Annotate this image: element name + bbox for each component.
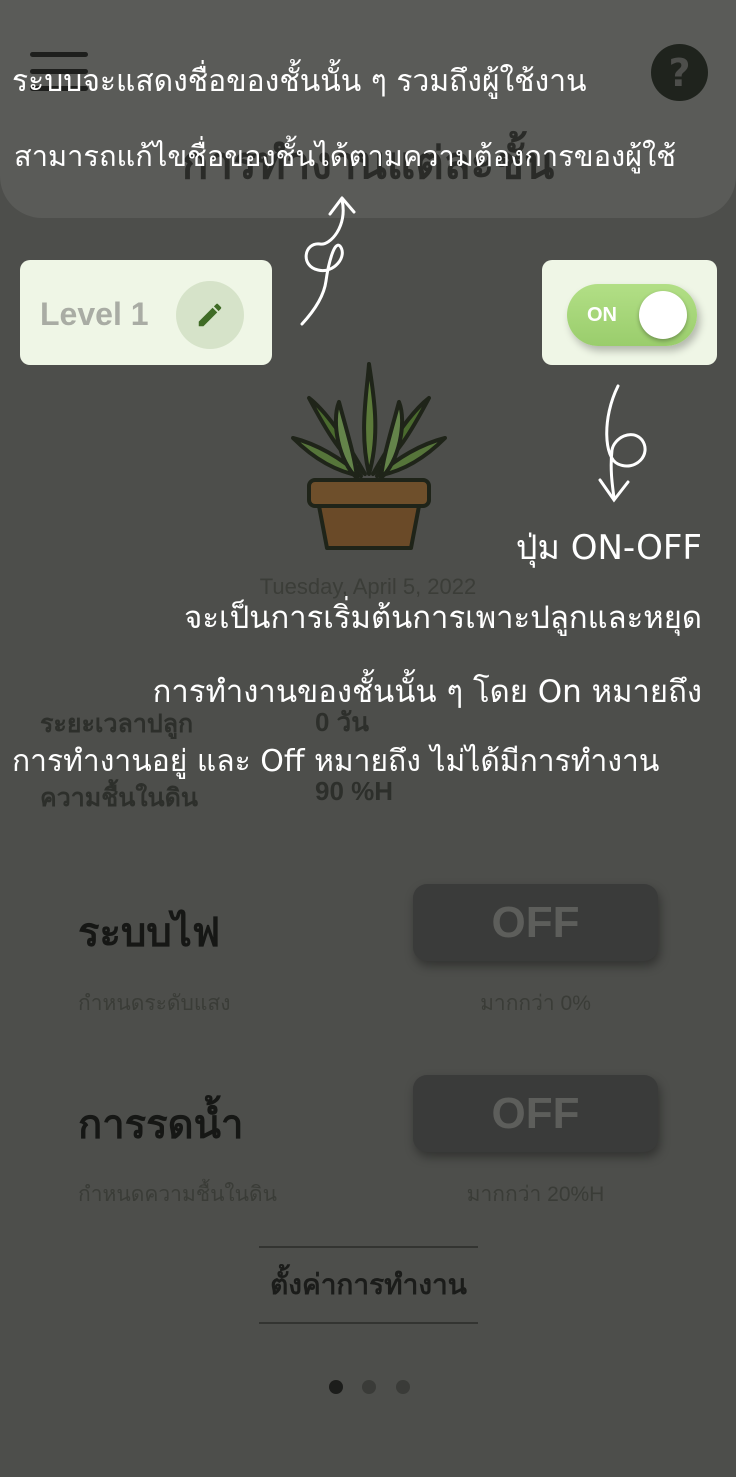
level-on-off-toggle[interactable]: ON xyxy=(567,284,697,346)
pagination-dot-2[interactable] xyxy=(362,1380,376,1394)
level-name: Level 1 xyxy=(40,296,149,332)
annotation-toggle-heading: ปุ่ม ON-OFF xyxy=(515,528,702,568)
watering-title: การรดน้ำ xyxy=(78,1103,244,1147)
watering-on-off-button[interactable]: OFF xyxy=(413,1075,658,1152)
question-mark-icon: ? xyxy=(668,50,691,95)
level-name-card: Level 1 xyxy=(20,260,272,365)
annotation-toggle-line1: จะเป็นการเริ่มต้นการเพาะปลูกและหยุด xyxy=(184,600,702,636)
watering-threshold: มากกว่า 20%H xyxy=(466,1183,605,1206)
annotation-arrow-down-icon xyxy=(598,384,647,503)
light-system-title: ระบบไฟ xyxy=(78,911,221,955)
light-threshold: มากกว่า 0% xyxy=(480,992,591,1015)
toggle-label: ON xyxy=(587,304,617,326)
annotation-toggle-line3: การทำงานอยู่ และ Off หมายถึง ไม่ได้มีการ… xyxy=(12,744,660,779)
annotation-top-line1: ระบบจะแสดงชื่อของชั้นนั้น ๆ รวมถึงผู้ใช้… xyxy=(12,64,587,99)
annotation-top-line2: สามารถแก้ไขชื่อของชั้นได้ตามความต้องการข… xyxy=(14,139,676,173)
pagination-dot-3[interactable] xyxy=(396,1380,410,1394)
pencil-icon xyxy=(198,303,222,327)
work-settings-button[interactable]: ตั้งค่าการทำงาน xyxy=(259,1246,478,1324)
plant-pot-icon xyxy=(291,362,447,550)
annotation-toggle-line2: การทำงานของชั้นนั้น ๆ โดย On หมายถึง xyxy=(152,674,702,710)
grow-duration-value: 0 วัน xyxy=(315,707,370,737)
light-on-off-button[interactable]: OFF xyxy=(413,884,658,961)
help-button[interactable]: ? xyxy=(651,44,708,101)
soil-moisture-setting-label: กำหนดความชื้นในดิน xyxy=(78,1183,278,1206)
pagination-dot-1[interactable] xyxy=(329,1380,343,1394)
level-toggle-card: ON xyxy=(542,260,717,365)
light-level-label: กำหนดระดับแสง xyxy=(78,992,231,1015)
toggle-knob xyxy=(639,291,687,339)
annotation-arrow-up-icon xyxy=(300,196,356,326)
edit-level-name-button[interactable] xyxy=(176,281,244,349)
